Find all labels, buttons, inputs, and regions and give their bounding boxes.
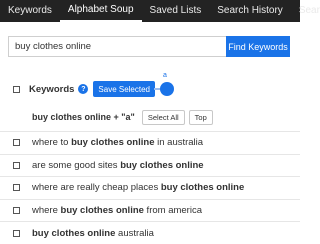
table-header: Keywords ? Save Selected a	[0, 72, 300, 100]
keyword-text: where are really cheap places buy clothe…	[32, 182, 245, 194]
keyword-text: where buy clothes online from america	[32, 205, 202, 217]
tab-search-history[interactable]: Search History	[209, 0, 291, 22]
tab-saved-lists[interactable]: Saved Lists	[142, 0, 210, 22]
list-item[interactable]: where are really cheap places buy clothe…	[0, 176, 300, 199]
find-keywords-button[interactable]: Find Keywords	[226, 36, 290, 57]
letter-slider-handle[interactable]: a	[154, 72, 174, 96]
keyword-group-header: buy clothes online + "a" Select All Top	[0, 106, 300, 128]
keyword-text: where to buy clothes online in australia	[32, 137, 204, 149]
list-item[interactable]: where buy clothes online from america	[0, 198, 300, 222]
help-icon[interactable]: ?	[78, 84, 89, 94]
slider-value: a	[163, 72, 167, 79]
list-item[interactable]: where to buy clothes online in australia	[0, 131, 300, 154]
list-item[interactable]: are some good sites buy clothes online	[0, 153, 300, 177]
group-label: buy clothes online + "a"	[32, 112, 135, 122]
select-all-button[interactable]: Select All	[141, 109, 185, 125]
top-button[interactable]: Top	[188, 109, 213, 125]
save-selected-button[interactable]: Save Selected	[93, 81, 155, 97]
slider-track	[154, 88, 160, 90]
top-nav: Keywords Alphabet Soup Saved Lists Searc…	[0, 0, 320, 22]
keyword-list: where to buy clothes online in australia…	[0, 131, 300, 244]
row-checkbox[interactable]	[13, 139, 20, 147]
tab-search[interactable]: Search	[291, 0, 320, 22]
row-checkbox[interactable]	[13, 207, 20, 215]
keyword-text: are some good sites buy clothes online	[32, 159, 204, 171]
search-bar: Find Keywords	[8, 36, 298, 57]
row-checkbox[interactable]	[13, 161, 20, 169]
tab-keywords[interactable]: Keywords	[0, 0, 60, 22]
list-item[interactable]: buy clothes online australia	[0, 221, 300, 244]
search-input[interactable]	[8, 36, 226, 57]
keywords-column-header: Keywords	[29, 83, 75, 95]
keyword-text: buy clothes online australia	[32, 227, 154, 239]
row-checkbox[interactable]	[13, 184, 20, 192]
select-all-checkbox[interactable]	[13, 85, 20, 93]
tab-alphabet-soup[interactable]: Alphabet Soup	[59, 0, 142, 22]
row-checkbox[interactable]	[13, 229, 20, 237]
